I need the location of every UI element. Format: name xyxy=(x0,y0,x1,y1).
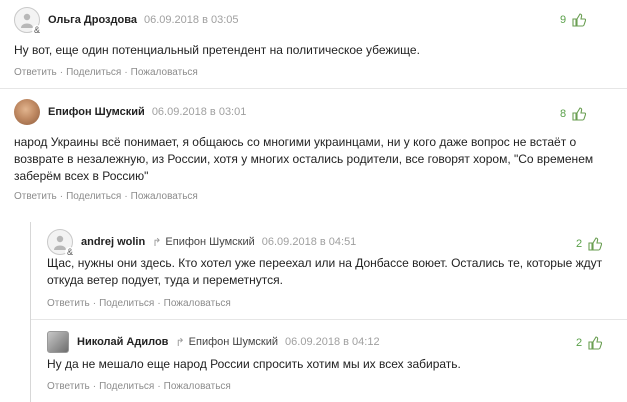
separator: · xyxy=(157,381,161,392)
divider xyxy=(31,319,627,320)
comment-actions: Ответить · Поделиться · Пожаловаться xyxy=(47,298,231,309)
comment-text: народ Украины всё понимает, я общаюсь со… xyxy=(14,135,594,183)
separator: · xyxy=(124,191,128,202)
vote-count: 9 xyxy=(560,14,567,26)
separator: · xyxy=(59,191,64,202)
comment-text: Ну да не мешало еще народ России спросит… xyxy=(47,357,461,371)
report-link[interactable]: Пожаловаться xyxy=(131,67,198,78)
separator: · xyxy=(157,298,161,309)
comment-actions: Ответить · Поделиться · Пожаловаться xyxy=(14,67,198,78)
vote-count: 8 xyxy=(560,108,567,120)
reply-arrow-icon: ↱ xyxy=(152,236,162,249)
comment-text: Ну вот, еще один потенциальный претенден… xyxy=(14,43,420,57)
share-link[interactable]: Поделиться xyxy=(66,191,121,202)
comment-author[interactable]: Ольга Дроздова xyxy=(48,14,137,26)
avatar[interactable]: & xyxy=(47,229,75,257)
separator: · xyxy=(92,298,97,309)
vote-count: 2 xyxy=(576,238,583,250)
thumbs-up-icon[interactable] xyxy=(572,107,587,121)
reply-to-author[interactable]: Епифон Шумский xyxy=(189,336,278,348)
vote-block: 2 xyxy=(576,336,603,350)
reply-link[interactable]: Ответить xyxy=(47,381,90,392)
vote-block: 2 xyxy=(576,237,603,251)
share-link[interactable]: Поделиться xyxy=(66,67,121,78)
separator: · xyxy=(124,67,128,78)
comment: & Ольга Дроздова 06.09.2018 в 03:05 9 Ну… xyxy=(0,0,627,84)
thumbs-up-icon[interactable] xyxy=(588,237,603,251)
report-link[interactable]: Пожаловаться xyxy=(164,298,231,309)
comment-author[interactable]: andrej wolin xyxy=(81,236,145,248)
comment-date: 06.09.2018 в 03:05 xyxy=(143,14,239,26)
reply-link[interactable]: Ответить xyxy=(14,67,57,78)
share-link[interactable]: Поделиться xyxy=(99,298,154,309)
separator: · xyxy=(59,67,64,78)
badge-icon: & xyxy=(32,25,42,35)
thumbs-up-icon[interactable] xyxy=(572,13,587,27)
comment: Епифон Шумский 06.09.2018 в 03:01 8 наро… xyxy=(0,92,627,207)
vote-count: 2 xyxy=(576,337,583,349)
avatar[interactable]: & xyxy=(14,7,42,35)
reply-to-author[interactable]: Епифон Шумский xyxy=(165,236,254,248)
comment-author[interactable]: Епифон Шумский xyxy=(48,106,145,118)
reply-comment: Николай Адилов ↱ Епифон Шумский 06.09.20… xyxy=(0,324,627,402)
reply-link[interactable]: Ответить xyxy=(47,298,90,309)
comment-date: 06.09.2018 в 03:01 xyxy=(151,106,247,118)
reply-link[interactable]: Ответить xyxy=(14,191,57,202)
reply-arrow-icon: ↱ xyxy=(175,336,185,349)
vote-block: 9 xyxy=(560,13,587,27)
user-silhouette-icon xyxy=(21,13,33,28)
comment-author[interactable]: Николай Адилов xyxy=(77,336,168,348)
comment-date: 06.09.2018 в 04:12 xyxy=(285,336,380,348)
avatar[interactable] xyxy=(47,331,69,353)
vote-block: 8 xyxy=(560,107,587,121)
separator: · xyxy=(92,381,97,392)
comment-actions: Ответить · Поделиться · Пожаловаться xyxy=(14,191,198,202)
report-link[interactable]: Пожаловаться xyxy=(164,381,231,392)
comment-text: Щас, нужны они здесь. Кто хотел уже пере… xyxy=(47,256,603,287)
user-silhouette-icon xyxy=(54,235,66,250)
share-link[interactable]: Поделиться xyxy=(99,381,154,392)
divider xyxy=(0,88,627,89)
comment-date: 06.09.2018 в 04:51 xyxy=(261,236,357,248)
report-link[interactable]: Пожаловаться xyxy=(131,191,198,202)
avatar[interactable] xyxy=(14,99,40,125)
comment-actions: Ответить · Поделиться · Пожаловаться xyxy=(47,381,231,392)
thumbs-up-icon[interactable] xyxy=(588,336,603,350)
reply-comment: & andrej wolin ↱ Епифон Шумский 06.09.20… xyxy=(0,222,627,314)
